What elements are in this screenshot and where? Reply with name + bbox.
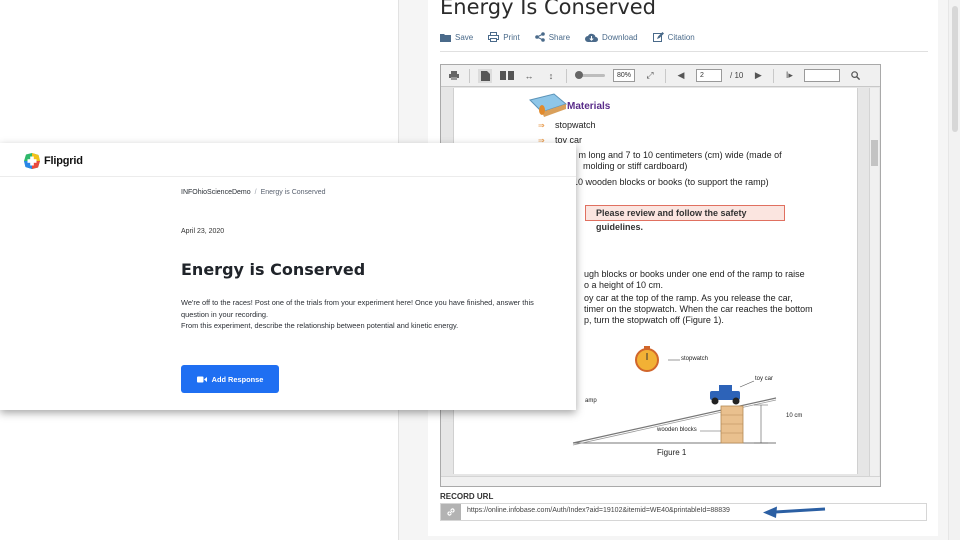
fit-height-icon[interactable]: ↕ (544, 69, 558, 83)
share-label: Share (548, 32, 571, 42)
figure-caption: Figure 1 (657, 448, 687, 457)
toy-car-icon (710, 385, 740, 405)
materials-illustration-icon (529, 93, 568, 117)
breadcrumb-separator: / (254, 189, 257, 196)
flipgrid-logo[interactable]: Flipgrid (23, 152, 83, 170)
folder-icon (440, 33, 451, 42)
figure-label-stopwatch: stopwatch (681, 356, 709, 362)
flipgrid-brand-name: Flipgrid (44, 155, 83, 167)
print-action[interactable]: Print (488, 32, 520, 42)
record-url-text[interactable]: https://online.infobase.com/Auth/Index?a… (467, 507, 730, 514)
figure-label-toy-car: toy car (755, 376, 774, 382)
record-url-field[interactable]: https://online.infobase.com/Auth/Index?a… (440, 503, 927, 521)
procedure-line: ugh blocks or books under one end of the… (584, 269, 805, 279)
toolbar-separator (469, 68, 470, 83)
bullet-arrow-icon: ⇒ (538, 121, 545, 130)
zoom-slider[interactable] (575, 71, 605, 79)
page-total: / 10 (730, 71, 744, 80)
search-input[interactable] (804, 69, 841, 82)
page-scrollbar-thumb[interactable] (952, 6, 958, 132)
copy-link-button[interactable] (441, 504, 461, 520)
toolbar-separator (566, 68, 567, 83)
materials-heading: Materials (567, 101, 611, 112)
wooden-blocks (720, 405, 744, 444)
zoom-slider-knob[interactable] (575, 71, 583, 79)
toolbar-separator (665, 68, 667, 83)
topic-prompt-line: We're off to the races! Post one of the … (181, 298, 534, 319)
citation-action[interactable]: Citation (652, 32, 695, 42)
breadcrumb-topic: Energy is Conserved (260, 189, 326, 196)
search-icon[interactable] (848, 69, 862, 83)
record-url-label: RECORD URL (440, 492, 494, 501)
previous-page-icon[interactable]: ◀ (674, 69, 688, 83)
fullscreen-icon[interactable]: ⤢ (643, 69, 657, 83)
material-item: stopwatch (555, 120, 596, 130)
breadcrumb: INFOhioScienceDemo / Energy is Conserved (181, 189, 326, 196)
screenshot-stage: Energy Is Conserved Save Print Share Dow… (0, 0, 960, 540)
topic-date: April 23, 2020 (181, 228, 225, 235)
print-label: Print (503, 32, 520, 42)
safety-note: Please review and follow the safety guid… (585, 205, 785, 232)
page-scrollbar[interactable] (948, 0, 960, 540)
toolbar-separator (773, 68, 775, 83)
material-item: 10 wooden blocks or books (to support th… (573, 177, 769, 187)
procedure-line: timer on the stopwatch. When the car rea… (584, 304, 813, 314)
material-item: molding or stiff cardboard) (583, 161, 688, 171)
pointer-arrow-icon (763, 506, 826, 518)
citation-label: Citation (667, 32, 695, 42)
download-action[interactable]: Download (585, 32, 638, 42)
print-icon[interactable] (447, 69, 461, 83)
figure-label-height: 10 cm (786, 413, 803, 419)
topic-prompt: We're off to the races! Post one of the … (181, 297, 561, 332)
zoom-level-field[interactable]: 80% (613, 69, 636, 82)
figure-label-wooden-blocks: wooden blocks (657, 427, 697, 433)
flipgrid-window: Flipgrid INFOhioScienceDemo / Energy is Co… (0, 143, 576, 410)
document-title: Energy Is Conserved (440, 0, 656, 19)
flipgrid-logo-icon (24, 153, 40, 169)
page-number-field[interactable]: 2 (696, 69, 723, 82)
printer-icon (488, 32, 500, 42)
next-page-icon[interactable]: ▶ (751, 69, 765, 83)
procedure-line: p, turn the stopwatch off (Figure 1). (584, 315, 724, 325)
document-action-bar: Save Print Share Download Citation (440, 32, 695, 42)
link-icon (447, 508, 455, 516)
fit-width-icon[interactable]: ↔ (522, 69, 536, 83)
share-icon (534, 32, 545, 42)
viewer-toolbar: ↔ ↕ 80% ⤢ ◀ 2 / 10 ▶ I▸ (441, 65, 880, 87)
breadcrumb-group-link[interactable]: INFOhioScienceDemo (181, 189, 251, 196)
single-page-icon[interactable] (478, 68, 492, 83)
flipgrid-header: Flipgrid (0, 143, 576, 177)
procedure-line: o a height of 10 cm. (584, 280, 664, 290)
text-select-icon[interactable]: I▸ (782, 69, 796, 83)
save-action[interactable]: Save (440, 32, 473, 42)
procedure-line: oy car at the top of the ramp. As you re… (584, 293, 793, 303)
viewer-horizontal-scrollbar[interactable] (441, 476, 880, 486)
add-response-button[interactable]: Add Response (181, 365, 279, 393)
pencil-icon (652, 32, 664, 42)
material-item: 1 m long and 7 to 10 centimeters (cm) wi… (571, 150, 782, 160)
share-action[interactable]: Share (534, 32, 571, 42)
figure-label-ramp: amp (585, 398, 597, 404)
two-page-icon[interactable] (500, 69, 514, 83)
viewer-vertical-scrollbar[interactable] (869, 88, 879, 478)
save-label: Save (455, 32, 474, 42)
add-response-label: Add Response (211, 374, 264, 384)
download-label: Download (602, 32, 638, 42)
topic-title: Energy is Conserved (181, 260, 366, 279)
topic-prompt-line: From this experiment, describe the relat… (181, 321, 459, 330)
action-bar-divider (440, 51, 928, 52)
cloud-download-icon (585, 33, 599, 42)
video-camera-icon (196, 376, 207, 382)
viewer-scroll-thumb[interactable] (871, 140, 878, 166)
